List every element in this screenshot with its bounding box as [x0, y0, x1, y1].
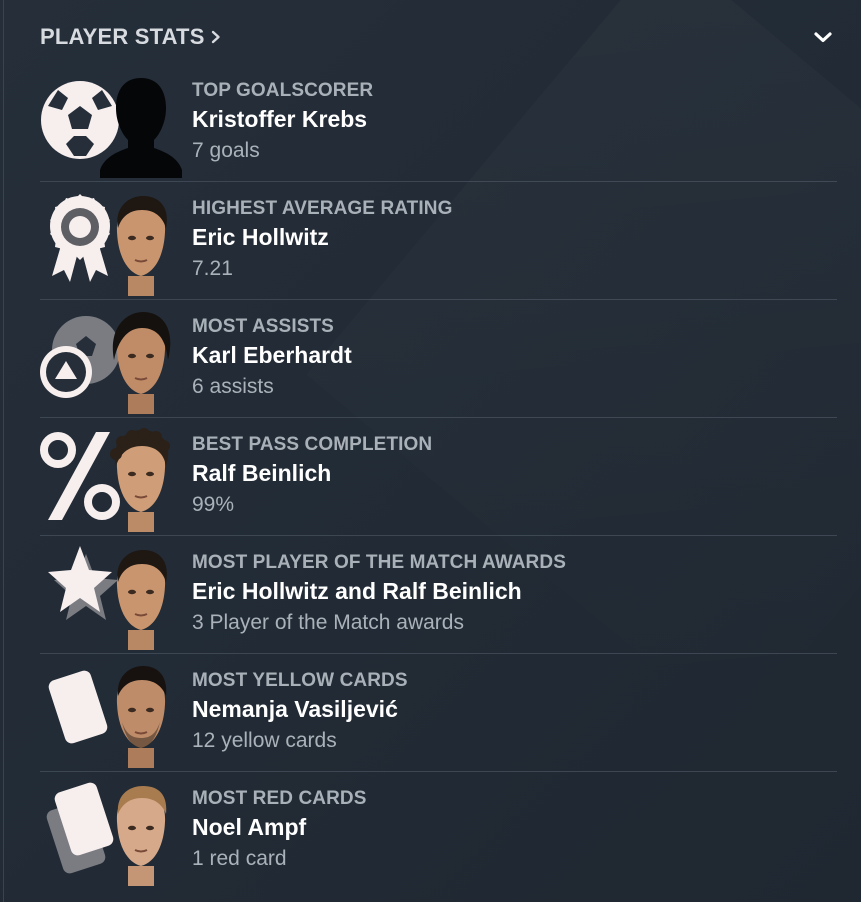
stat-row-best-pass-completion[interactable]: BEST PASS COMPLETION Ralf Beinlich 99% — [40, 418, 837, 536]
player-face-avatar — [112, 312, 171, 414]
stat-row-most-red-cards[interactable]: MOST RED CARDS Noel Ampf 1 red card — [40, 772, 837, 889]
stat-row-top-goalscorer[interactable]: TOP GOALSCORER Kristoffer Krebs 7 goals — [40, 64, 837, 182]
player-stats-link[interactable]: PLAYER STATS — [40, 24, 223, 50]
player-name-link[interactable]: Noel Ampf — [192, 812, 367, 842]
stat-visual — [40, 536, 192, 653]
player-name-link[interactable]: Karl Eberhardt — [192, 340, 352, 370]
stat-row-most-assists[interactable]: MOST ASSISTS Karl Eberhardt 6 assists — [40, 300, 837, 418]
player-face-avatar — [116, 550, 167, 650]
stat-visual — [40, 64, 192, 181]
player-face-avatar — [116, 786, 167, 886]
stat-value: 99% — [192, 493, 235, 516]
stat-visual — [40, 300, 192, 417]
stat-category: HIGHEST AVERAGE RATING — [192, 198, 453, 219]
stats-list: TOP GOALSCORER Kristoffer Krebs 7 goals — [40, 64, 837, 889]
stat-value: 12 yellow cards — [192, 729, 337, 752]
stat-text: MOST ASSISTS Karl Eberhardt 6 assists — [192, 300, 352, 417]
stat-visual — [40, 182, 192, 299]
stat-row-most-potm-awards[interactable]: MOST PLAYER OF THE MATCH AWARDS Eric Hol… — [40, 536, 837, 654]
stat-category: MOST PLAYER OF THE MATCH AWARDS — [192, 552, 566, 573]
stat-category: TOP GOALSCORER — [192, 80, 374, 101]
player-silhouette-avatar — [100, 78, 182, 178]
stat-category: MOST ASSISTS — [192, 316, 334, 337]
stat-value: 6 assists — [192, 375, 274, 398]
chevron-right-icon — [211, 30, 220, 44]
stat-row-highest-average-rating[interactable]: HIGHEST AVERAGE RATING Eric Hollwitz 7.2… — [40, 182, 837, 300]
stat-category: BEST PASS COMPLETION — [192, 434, 433, 455]
chevron-down-icon — [814, 32, 832, 43]
panel-title: PLAYER STATS — [40, 24, 205, 49]
stat-value: 1 red card — [192, 847, 287, 870]
collapse-button[interactable] — [809, 23, 837, 51]
player-name-link[interactable]: Kristoffer Krebs — [192, 104, 373, 134]
stat-text: BEST PASS COMPLETION Ralf Beinlich 99% — [192, 418, 432, 535]
stat-visual — [40, 654, 192, 771]
player-name-link[interactable]: Ralf Beinlich — [192, 458, 432, 488]
player-name-link[interactable]: Eric Hollwitz and Ralf Beinlich — [192, 576, 566, 606]
player-name-link[interactable]: Nemanja Vasiljević — [192, 694, 408, 724]
player-face-avatar — [110, 428, 170, 532]
panel-header: PLAYER STATS — [40, 20, 837, 54]
stat-text: MOST YELLOW CARDS Nemanja Vasiljević 12 … — [192, 654, 408, 771]
player-name-link[interactable]: Eric Hollwitz — [192, 222, 452, 252]
player-face-avatar — [116, 196, 167, 296]
stat-visual — [40, 418, 192, 535]
stat-category: MOST RED CARDS — [192, 788, 367, 809]
stat-text: TOP GOALSCORER Kristoffer Krebs 7 goals — [192, 64, 373, 181]
stat-value: 7 goals — [192, 139, 260, 162]
stat-text: HIGHEST AVERAGE RATING Eric Hollwitz 7.2… — [192, 182, 452, 299]
stat-text: MOST RED CARDS Noel Ampf 1 red card — [192, 772, 367, 889]
stat-row-most-yellow-cards[interactable]: MOST YELLOW CARDS Nemanja Vasiljević 12 … — [40, 654, 837, 772]
player-face-avatar — [116, 666, 167, 768]
stat-value: 7.21 — [192, 257, 233, 280]
stat-visual — [40, 772, 192, 889]
stat-category: MOST YELLOW CARDS — [192, 670, 408, 691]
stat-value: 3 Player of the Match awards — [192, 611, 464, 634]
stat-text: MOST PLAYER OF THE MATCH AWARDS Eric Hol… — [192, 536, 566, 653]
player-stats-panel: PLAYER STATS TOP GOALSCORER Kristoffer K… — [0, 0, 861, 902]
